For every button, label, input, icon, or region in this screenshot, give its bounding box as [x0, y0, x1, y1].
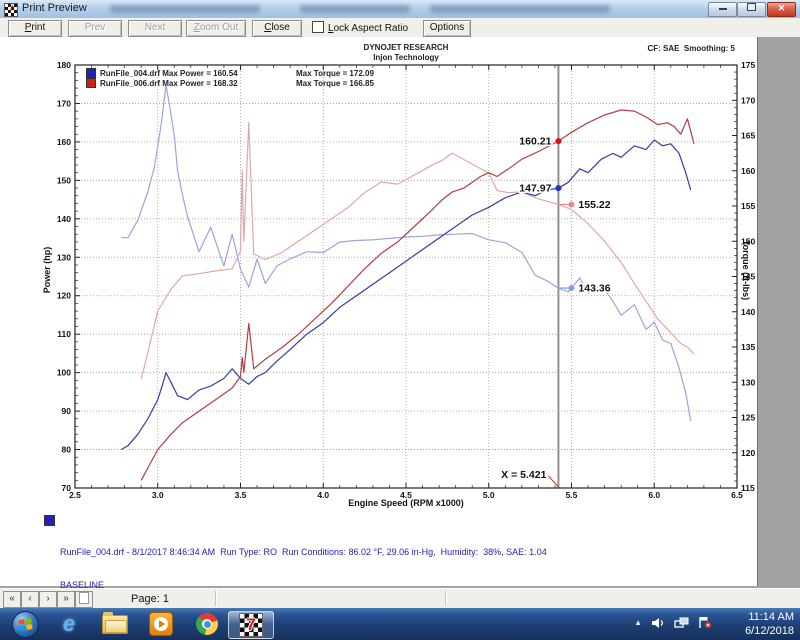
- svg-text:115: 115: [741, 483, 755, 493]
- remote-display-icon[interactable]: [674, 617, 689, 629]
- action-center-flag-icon[interactable]: [698, 616, 712, 629]
- svg-text:160: 160: [741, 166, 755, 176]
- right-axis-title: Torque (ft-lbs): [741, 210, 751, 330]
- last-page-button[interactable]: »: [57, 591, 75, 608]
- svg-text:90: 90: [62, 406, 72, 416]
- legend-swatch-run004: [86, 68, 96, 78]
- svg-text:125: 125: [741, 413, 755, 423]
- tray-expand-icon[interactable]: ▲: [634, 618, 642, 627]
- redacted-title-text: [110, 5, 260, 13]
- svg-text:170: 170: [741, 95, 755, 105]
- lock-aspect-ratio-option: Lock Aspect Ratio: [312, 21, 408, 35]
- close-preview-button[interactable]: Close: [252, 20, 302, 37]
- start-button[interactable]: [8, 611, 42, 637]
- svg-text:100: 100: [57, 368, 71, 378]
- left-axis-title: Power (hp): [42, 210, 52, 330]
- svg-text:175: 175: [741, 60, 755, 70]
- svg-text:155.22: 155.22: [578, 199, 610, 211]
- svg-text:147.97: 147.97: [519, 183, 551, 195]
- svg-text:150: 150: [57, 175, 71, 185]
- titlebar: 7 Print Preview ✕: [0, 0, 800, 19]
- taskbar-item-winpep-active[interactable]: 7: [228, 611, 274, 639]
- svg-text:70: 70: [62, 483, 72, 493]
- print-button[interactable]: Print: [8, 20, 62, 37]
- svg-text:110: 110: [57, 329, 71, 339]
- taskbar-item-media-player[interactable]: [144, 611, 178, 637]
- legend-text: Max Torque = 172.09: [296, 69, 374, 78]
- taskbar-item-file-explorer[interactable]: [98, 611, 132, 637]
- legend-swatch-run006: [86, 78, 96, 88]
- legend-text: Max Torque = 166.85: [296, 79, 374, 88]
- svg-text:120: 120: [741, 448, 755, 458]
- media-player-icon: [149, 612, 173, 636]
- svg-text:140: 140: [57, 214, 71, 224]
- minimize-button[interactable]: [708, 2, 737, 17]
- options-button[interactable]: Options: [423, 20, 471, 37]
- first-page-button[interactable]: «: [3, 591, 21, 608]
- clock-time: 11:14 AM: [745, 610, 794, 624]
- close-icon: ✕: [778, 3, 786, 13]
- taskbar-item-chrome[interactable]: [190, 611, 224, 637]
- clock-date: 6/12/2018: [745, 624, 794, 638]
- svg-text:80: 80: [62, 445, 72, 455]
- print-preview-window: 7 Print Preview ✕ Print Prev Next Zoom O…: [0, 0, 800, 640]
- system-tray: ▲: [634, 616, 712, 629]
- taskbar: e 7 ▲ 11:14 AM 6/12/2018: [0, 608, 800, 640]
- statusbar-divider: [215, 591, 216, 606]
- report-page: DYNOJET RESEARCH Injon Technology CF: SA…: [0, 37, 758, 586]
- window-title: Print Preview: [22, 2, 87, 14]
- svg-text:165: 165: [741, 131, 755, 141]
- svg-text:160.21: 160.21: [519, 136, 551, 148]
- restore-button[interactable]: [737, 2, 766, 17]
- folder-icon: [102, 615, 128, 634]
- prev-button[interactable]: Prev: [68, 20, 122, 37]
- statusbar-divider: [445, 591, 446, 606]
- chrome-icon: [196, 613, 218, 635]
- minimize-icon: [719, 8, 727, 10]
- redacted-title-text: [430, 5, 610, 13]
- pager-bar: « ‹ › » Page: 1: [0, 588, 800, 609]
- next-button[interactable]: Next: [128, 20, 182, 37]
- legend-text: RunFile_004.drf Max Power = 160.54: [100, 69, 296, 78]
- legend-text: RunFile_006.drf Max Power = 168.32: [100, 79, 296, 88]
- svg-text:135: 135: [741, 342, 755, 352]
- svg-text:180: 180: [57, 60, 71, 70]
- lock-aspect-ratio-label: Lock Aspect Ratio: [328, 22, 408, 35]
- svg-text:130: 130: [741, 377, 755, 387]
- svg-text:160: 160: [57, 137, 71, 147]
- svg-text:130: 130: [57, 252, 71, 262]
- taskbar-clock[interactable]: 11:14 AM 6/12/2018: [745, 610, 794, 638]
- winpep-icon: 7: [239, 613, 263, 637]
- run-swatch-run004: [44, 515, 55, 526]
- lock-aspect-ratio-checkbox[interactable]: [312, 21, 324, 33]
- prev-page-button[interactable]: ‹: [21, 591, 39, 608]
- restore-icon: [747, 3, 756, 11]
- svg-text:143.36: 143.36: [578, 283, 610, 295]
- zoom-out-button[interactable]: Zoom Out: [186, 20, 246, 37]
- legend-row-run006: RunFile_006.drf Max Power = 168.32 Max T…: [86, 78, 374, 88]
- toolbar: Print Prev Next Zoom Out Close Lock Aspe…: [0, 18, 800, 38]
- svg-text:170: 170: [57, 98, 71, 108]
- volume-icon[interactable]: [651, 617, 665, 629]
- chart-legend: RunFile_004.drf Max Power = 160.54 Max T…: [86, 68, 374, 88]
- legend-row-run004: RunFile_004.drf Max Power = 160.54 Max T…: [86, 68, 374, 78]
- app-icon: 7: [4, 3, 18, 17]
- run-details: RunFile_004.drf - 8/1/2017 8:46:34 AM Ru…: [60, 547, 552, 558]
- page-number-label: Page: 1: [90, 593, 210, 605]
- page-icon: [79, 592, 89, 604]
- windows-logo-icon: [12, 611, 39, 638]
- svg-text:120: 120: [57, 291, 71, 301]
- x-axis-title: Engine Speed (RPM x1000): [75, 498, 737, 508]
- svg-text:X = 5.421: X = 5.421: [501, 469, 546, 481]
- close-window-button[interactable]: ✕: [767, 2, 796, 17]
- next-page-button[interactable]: ›: [39, 591, 57, 608]
- redacted-title-text: [300, 5, 410, 13]
- preview-area: DYNOJET RESEARCH Injon Technology CF: SA…: [0, 37, 800, 588]
- internet-explorer-icon: e: [63, 611, 75, 637]
- taskbar-item-internet-explorer[interactable]: e: [52, 611, 86, 637]
